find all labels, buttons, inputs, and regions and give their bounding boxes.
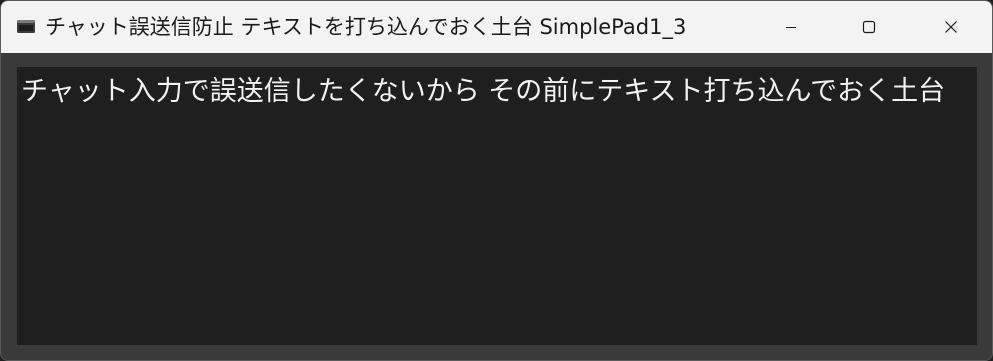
maximize-button[interactable]: [830, 1, 908, 53]
client-area: チャット入力で誤送信したくないから その前にテキスト打ち込んでおく土台: [1, 53, 992, 360]
title-bar[interactable]: チャット誤送信防止 テキストを打ち込んでおく土台 SimplePad1_3: [1, 1, 992, 53]
close-button[interactable]: [912, 1, 990, 53]
text-editor[interactable]: チャット入力で誤送信したくないから その前にテキスト打ち込んでおく土台: [17, 67, 977, 345]
maximize-icon: [862, 20, 876, 34]
close-icon: [945, 21, 957, 33]
minimize-icon: [786, 27, 796, 28]
terminal-icon: [17, 20, 35, 33]
window-title: チャット誤送信防止 テキストを打ち込んでおく土台 SimplePad1_3: [45, 15, 687, 39]
app-window: チャット誤送信防止 テキストを打ち込んでおく土台 SimplePad1_3 チャ…: [0, 0, 993, 361]
minimize-button[interactable]: [752, 1, 830, 53]
